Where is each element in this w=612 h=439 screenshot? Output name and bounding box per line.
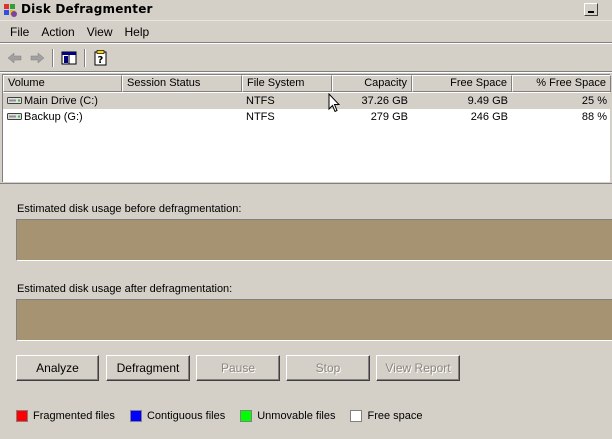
toolbar: ? bbox=[0, 45, 612, 71]
pause-button[interactable]: Pause bbox=[196, 355, 280, 381]
svg-text:?: ? bbox=[98, 55, 104, 66]
before-usage-label: Estimated disk usage before defragmentat… bbox=[17, 203, 242, 215]
after-usage-display bbox=[16, 299, 612, 341]
after-usage-label: Estimated disk usage after defragmentati… bbox=[17, 283, 233, 295]
volume-name: Backup (G:) bbox=[24, 111, 83, 123]
percent-free-space-cell: 88 % bbox=[581, 111, 607, 123]
hard-drive-icon bbox=[7, 113, 22, 120]
column-header-percent-free-space[interactable]: % Free Space bbox=[512, 75, 611, 92]
file-system-cell: NTFS bbox=[246, 95, 275, 107]
unmovable-swatch bbox=[240, 410, 253, 422]
mouse-cursor-icon bbox=[328, 93, 340, 113]
legend-item-fragmented: Fragmented files bbox=[16, 410, 115, 422]
defragment-button[interactable]: Defragment bbox=[106, 355, 190, 381]
menu-action[interactable]: Action bbox=[35, 23, 80, 41]
show-hide-console-tree-button[interactable] bbox=[58, 47, 80, 69]
menu-help[interactable]: Help bbox=[119, 23, 156, 41]
free-space-cell: 246 GB bbox=[470, 111, 508, 123]
legend-item-free: Free space bbox=[350, 410, 423, 422]
help-icon: ? bbox=[94, 50, 107, 66]
column-header-capacity[interactable]: Capacity bbox=[332, 75, 412, 92]
fragmented-swatch bbox=[16, 410, 28, 422]
show-hide-console-tree-icon bbox=[61, 51, 77, 65]
help-button[interactable]: ? bbox=[90, 47, 112, 69]
back-button[interactable] bbox=[4, 47, 26, 69]
title-bar: Disk Defragmenter bbox=[0, 0, 612, 21]
menu-bar: File Action View Help bbox=[0, 22, 612, 42]
volume-row[interactable]: Main Drive (C:) NTFS 37.26 GB 9.49 GB 25… bbox=[3, 93, 611, 109]
capacity-cell: 37.26 GB bbox=[361, 95, 408, 107]
menu-file[interactable]: File bbox=[4, 23, 35, 41]
forward-button[interactable] bbox=[26, 47, 48, 69]
volume-list-header: Volume Session Status File System Capaci… bbox=[3, 75, 611, 92]
legend-label-contiguous: Contiguous files bbox=[146, 410, 226, 422]
free-space-swatch bbox=[350, 410, 363, 422]
hard-drive-icon bbox=[7, 97, 22, 104]
view-report-button[interactable]: View Report bbox=[376, 355, 460, 381]
legend-label-fragmented: Fragmented files bbox=[33, 410, 115, 422]
percent-free-space-cell: 25 % bbox=[581, 95, 607, 107]
volume-row[interactable]: Backup (G:) NTFS 279 GB 246 GB 88 % bbox=[3, 109, 611, 125]
window-title: Disk Defragmenter bbox=[21, 2, 153, 16]
legend-item-contiguous: Contiguous files bbox=[129, 410, 226, 422]
file-system-cell: NTFS bbox=[246, 111, 275, 123]
volume-cell: Main Drive (C:) bbox=[3, 93, 122, 109]
column-header-session-status[interactable]: Session Status bbox=[122, 75, 242, 92]
toolbar-separator-2 bbox=[84, 49, 86, 67]
before-usage-display bbox=[16, 219, 612, 261]
toolbar-separator-line bbox=[0, 71, 612, 73]
capacity-cell: 279 GB bbox=[370, 111, 408, 123]
session-status-cell bbox=[122, 109, 242, 125]
legend-item-unmovable: Unmovable files bbox=[240, 410, 335, 422]
column-header-free-space[interactable]: Free Space bbox=[412, 75, 512, 92]
legend-label-unmovable: Unmovable files bbox=[257, 410, 336, 422]
disk-defragmenter-app-icon bbox=[4, 4, 17, 17]
volume-cell: Backup (G:) bbox=[3, 109, 122, 125]
stop-button[interactable]: Stop bbox=[286, 355, 370, 381]
contiguous-swatch bbox=[129, 410, 142, 422]
forward-arrow-icon bbox=[30, 52, 45, 64]
column-header-volume[interactable]: Volume bbox=[3, 75, 122, 92]
menu-separator bbox=[0, 42, 612, 44]
legend-label-free: Free space bbox=[367, 410, 423, 422]
legend: Fragmented files Contiguous files Unmova… bbox=[16, 410, 438, 422]
session-status-cell bbox=[122, 93, 242, 109]
analyze-button[interactable]: Analyze bbox=[16, 355, 99, 381]
toolbar-separator bbox=[52, 49, 54, 67]
minimize-button[interactable] bbox=[584, 3, 598, 16]
menu-view[interactable]: View bbox=[81, 23, 119, 41]
volume-list[interactable]: Volume Session Status File System Capaci… bbox=[2, 74, 611, 182]
column-header-file-system[interactable]: File System bbox=[242, 75, 332, 92]
free-space-cell: 9.49 GB bbox=[467, 95, 508, 107]
volume-name: Main Drive (C:) bbox=[24, 95, 98, 107]
back-arrow-icon bbox=[7, 52, 22, 64]
